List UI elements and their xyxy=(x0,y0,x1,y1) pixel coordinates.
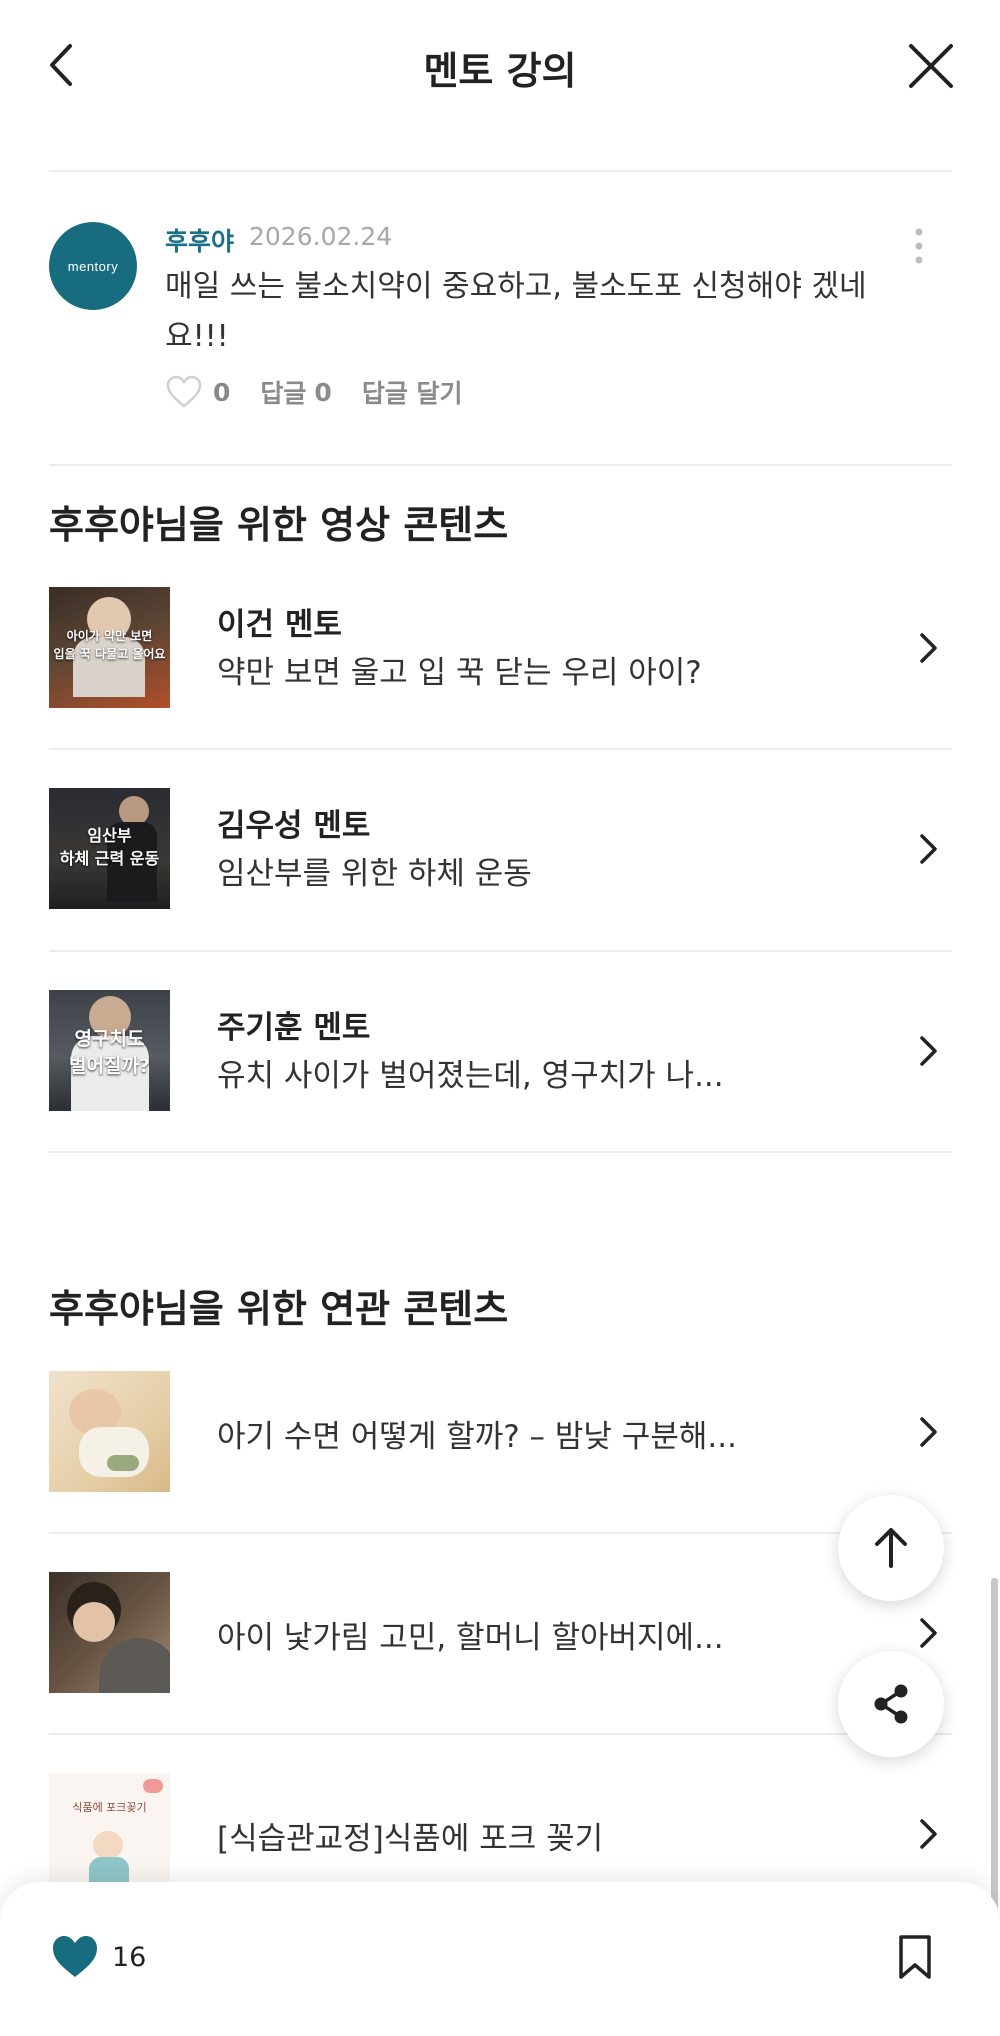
chevron-right-icon xyxy=(920,633,937,663)
divider xyxy=(49,464,952,466)
video-item[interactable]: 임산부 하체 근력 운동 김우성 멘토 임산부를 위한 하체 운동 xyxy=(49,788,952,988)
mentor-name: 김우성 멘토 xyxy=(217,808,371,844)
video-title: 임산부를 위한 하체 운동 xyxy=(217,856,532,892)
divider xyxy=(49,748,952,750)
thumbnail-caption: 벌어질까? xyxy=(69,1055,150,1077)
share-button[interactable] xyxy=(838,1651,944,1757)
reply-count[interactable]: 0 xyxy=(314,378,331,407)
thumbnail-caption: 식품에 포크꽂기 xyxy=(72,1801,147,1814)
video-item[interactable]: 아이가 약만 보면 입을 꾹 다물고 울어요 이건 멘토 약만 보면 울고 입 … xyxy=(49,587,952,787)
comment-item: mentory 후후야 2026.02.24 매일 쓰는 불소치약이 중요하고,… xyxy=(49,222,952,422)
share-icon xyxy=(874,1684,908,1724)
divider xyxy=(49,1733,952,1735)
thumbnail-caption: 입을 꾹 다물고 울어요 xyxy=(53,647,166,661)
thumbnail-caption: 하체 근력 운동 xyxy=(59,849,160,868)
thumbnail-caption: 영구치도 xyxy=(74,1028,145,1050)
related-item[interactable]: 아기 수면 어떻게 할까? – 밤낮 구분해... xyxy=(49,1371,952,1571)
chevron-right-icon xyxy=(920,834,937,864)
divider xyxy=(49,1151,952,1153)
mentor-name: 이건 멘토 xyxy=(217,607,342,643)
bottom-action-bar: 16 xyxy=(0,1882,1000,2036)
chevron-right-icon xyxy=(920,1417,937,1447)
video-thumbnail: 아이가 약만 보면 입을 꾹 다물고 울어요 xyxy=(49,587,170,708)
related-title: 아이 낯가림 고민, 할머니 할아버지에... xyxy=(217,1620,724,1656)
header: 멘토 강의 xyxy=(0,0,1000,130)
more-vertical-icon[interactable] xyxy=(911,226,927,266)
bookmark-icon[interactable] xyxy=(896,1934,934,1980)
comment-author[interactable]: 후후야 xyxy=(165,222,234,258)
related-title: [식습관교정]식품에 포크 꽂기 xyxy=(217,1821,604,1857)
page-title: 멘토 강의 xyxy=(423,49,577,93)
comment-actions: 0 답글 0 답글 달기 xyxy=(165,374,463,410)
avatar-logo: mentory xyxy=(67,258,119,274)
comment-date: 2026.02.24 xyxy=(249,222,393,251)
video-title: 유치 사이가 벌어졌는데, 영구치가 나... xyxy=(217,1058,724,1094)
related-thumbnail: 식품에 포크꽂기 xyxy=(49,1773,170,1894)
thumbnail-caption: 임산부 xyxy=(87,826,132,845)
related-item[interactable]: 아이 낯가림 고민, 할머니 할아버지에... xyxy=(49,1572,952,1772)
video-section-title: 후후야님을 위한 영상 콘텐츠 xyxy=(49,503,509,547)
divider xyxy=(49,950,952,952)
chevron-right-icon xyxy=(920,1618,937,1648)
related-section-title: 후후야님을 위한 연관 콘텐츠 xyxy=(49,1287,509,1331)
scroll-top-button[interactable] xyxy=(838,1495,944,1601)
video-thumbnail: 영구치도 벌어질까? xyxy=(49,990,170,1111)
video-item[interactable]: 영구치도 벌어질까? 주기훈 멘토 유치 사이가 벌어졌는데, 영구치가 나..… xyxy=(49,990,952,1190)
video-thumbnail: 임산부 하체 근력 운동 xyxy=(49,788,170,909)
comment-like-count: 0 xyxy=(213,377,231,407)
like-count: 16 xyxy=(112,1942,147,1973)
heart-filled-icon[interactable] xyxy=(50,1934,100,1980)
related-title: 아기 수면 어떻게 할까? – 밤낮 구분해... xyxy=(217,1419,737,1455)
avatar[interactable]: mentory xyxy=(49,222,137,310)
divider xyxy=(49,170,952,172)
video-title: 약만 보면 울고 입 꾹 닫는 우리 아이? xyxy=(217,655,702,691)
chevron-right-icon xyxy=(920,1036,937,1066)
comment-text: 매일 쓰는 불소치약이 중요하고, 불소도포 신청해야 겠네요!!! xyxy=(165,269,867,354)
arrow-up-icon xyxy=(875,1528,907,1568)
close-icon[interactable] xyxy=(905,40,957,92)
write-reply-button[interactable]: 답글 달기 xyxy=(362,374,463,410)
divider xyxy=(49,1532,952,1534)
related-thumbnail xyxy=(49,1572,170,1693)
related-thumbnail xyxy=(49,1371,170,1492)
reply-label[interactable]: 답글 xyxy=(260,374,306,410)
thumbnail-caption: 아이가 약만 보면 xyxy=(66,629,153,643)
mentor-name: 주기훈 멘토 xyxy=(217,1010,371,1046)
chevron-right-icon xyxy=(920,1819,937,1849)
heart-outline-icon[interactable] xyxy=(165,375,203,409)
